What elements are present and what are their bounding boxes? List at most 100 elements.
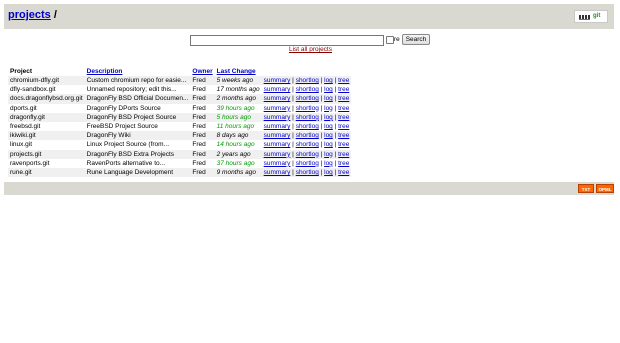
table-row: dragonfly.git DragonFly BSD Project Sourc… [8, 112, 352, 122]
project-age: 5 hours ago [214, 112, 262, 122]
search-button[interactable]: Search [402, 34, 430, 45]
summary-link[interactable]: summary [264, 132, 291, 139]
summary-link[interactable]: summary [264, 95, 291, 102]
log-link[interactable]: log [324, 160, 333, 167]
summary-link[interactable]: summary [264, 141, 291, 148]
shortlog-link[interactable]: shortlog [296, 160, 319, 167]
tree-link[interactable]: tree [338, 160, 349, 167]
table-row: freebsd.git FreeBSD Project Source Fred 11 … [8, 121, 352, 132]
project-age: 11 hours ago [214, 121, 262, 132]
txt-feed-button[interactable]: TXT [578, 184, 594, 193]
opml-feed-button[interactable]: OPML [596, 184, 614, 193]
project-name[interactable]: dragonfly.git [8, 112, 85, 122]
project-description[interactable]: Custom chromium repo for easie... [84, 76, 191, 86]
table-row: docs.dragonflybsd.org.git DragonFly BSD O… [8, 94, 352, 104]
project-links: summary | shortlog | log | tree [261, 131, 352, 141]
sort-description-link[interactable]: Description [87, 68, 123, 75]
project-description[interactable]: DragonFly BSD Project Source [84, 112, 191, 122]
log-link[interactable]: log [324, 169, 333, 176]
tree-link[interactable]: tree [338, 132, 349, 139]
shortlog-link[interactable]: shortlog [296, 169, 319, 176]
tree-link[interactable]: tree [338, 123, 349, 130]
log-link[interactable]: log [324, 132, 333, 139]
shortlog-link[interactable]: shortlog [296, 151, 319, 158]
project-age: 9 months ago [214, 167, 262, 178]
shortlog-link[interactable]: shortlog [296, 95, 319, 102]
sort-last-change-link[interactable]: Last Change [217, 68, 256, 75]
summary-link[interactable]: summary [264, 151, 291, 158]
table-row: projects.git DragonFly BSD Extra Projects… [8, 149, 352, 159]
tree-link[interactable]: tree [338, 77, 349, 84]
project-owner: Fred [190, 131, 215, 141]
tree-link[interactable]: tree [338, 141, 349, 148]
log-link[interactable]: log [324, 95, 333, 102]
project-name[interactable]: docs.dragonflybsd.org.git [8, 94, 85, 104]
project-name[interactable]: dports.git [8, 103, 85, 113]
summary-link[interactable]: summary [264, 86, 291, 93]
tree-link[interactable]: tree [338, 169, 349, 176]
tree-link[interactable]: tree [338, 105, 349, 112]
project-name[interactable]: linux.git [8, 140, 85, 150]
project-description[interactable]: Rune Language Development [84, 167, 191, 178]
shortlog-link[interactable]: shortlog [296, 77, 319, 84]
log-link[interactable]: log [324, 141, 333, 148]
log-link[interactable]: log [324, 123, 333, 130]
tree-link[interactable]: tree [338, 95, 349, 102]
project-name[interactable]: rune.git [8, 167, 85, 178]
project-description[interactable]: DragonFly DPorts Source [84, 103, 191, 113]
project-description[interactable]: DragonFly BSD Official Documen... [84, 94, 191, 104]
git-logo[interactable]: git [574, 10, 608, 23]
project-name[interactable]: freebsd.git [8, 121, 85, 132]
shortlog-link[interactable]: shortlog [296, 141, 319, 148]
log-link[interactable]: log [324, 77, 333, 84]
project-owner: Fred [190, 149, 215, 159]
shortlog-link[interactable]: shortlog [296, 132, 319, 139]
summary-link[interactable]: summary [264, 169, 291, 176]
summary-link[interactable]: summary [264, 160, 291, 167]
shortlog-link[interactable]: shortlog [296, 86, 319, 93]
log-link[interactable]: log [324, 114, 333, 121]
log-link[interactable]: log [324, 86, 333, 93]
log-link[interactable]: log [324, 151, 333, 158]
shortlog-link[interactable]: shortlog [296, 105, 319, 112]
search-input[interactable] [190, 35, 384, 46]
project-owner: Fred [190, 167, 215, 178]
project-name[interactable]: ravenports.git [8, 158, 85, 168]
summary-link[interactable]: summary [264, 105, 291, 112]
project-name[interactable]: dfly-sandbox.git [8, 85, 85, 95]
summary-link[interactable]: summary [264, 114, 291, 121]
column-links [262, 67, 352, 76]
tree-link[interactable]: tree [338, 86, 349, 93]
shortlog-link[interactable]: shortlog [296, 123, 319, 130]
project-description[interactable]: Unnamed repository; edit this... [84, 85, 191, 95]
project-age: 39 hours ago [214, 103, 262, 113]
projects-link[interactable]: projects [8, 9, 51, 21]
log-link[interactable]: log [324, 105, 333, 112]
project-name[interactable]: projects.git [8, 149, 85, 159]
list-all-projects-link[interactable]: List all projects [289, 46, 332, 53]
project-age: 8 days ago [214, 131, 262, 141]
shortlog-link[interactable]: shortlog [296, 114, 319, 121]
project-name[interactable]: chromium-dfly.git [8, 76, 85, 86]
project-description[interactable]: RavenPorts alternative to... [84, 158, 191, 168]
summary-link[interactable]: summary [264, 123, 291, 130]
page-footer: TXT OPML [4, 182, 614, 195]
project-links: summary | shortlog | log | tree [261, 103, 352, 113]
project-age: 14 hours ago [214, 140, 262, 150]
project-age: 37 hours ago [214, 158, 262, 168]
project-links: summary | shortlog | log | tree [261, 149, 352, 159]
table-header-row: Project Description Owner Last Change [8, 67, 351, 76]
project-links: summary | shortlog | log | tree [261, 140, 352, 150]
project-description[interactable]: DragonFly BSD Extra Projects [84, 149, 191, 159]
project-age: 2 months ago [214, 94, 262, 104]
tree-link[interactable]: tree [338, 151, 349, 158]
project-name[interactable]: ikiwiki.git [8, 131, 85, 141]
tree-link[interactable]: tree [338, 114, 349, 121]
sort-owner-link[interactable]: Owner [192, 68, 212, 75]
project-description[interactable]: Linux Project Source (from... [84, 140, 191, 150]
regex-checkbox[interactable] [386, 36, 394, 44]
project-description[interactable]: DragonFly Wiki [84, 131, 191, 141]
summary-link[interactable]: summary [264, 77, 291, 84]
project-description[interactable]: FreeBSD Project Source [84, 121, 191, 132]
project-owner: Fred [190, 121, 215, 132]
